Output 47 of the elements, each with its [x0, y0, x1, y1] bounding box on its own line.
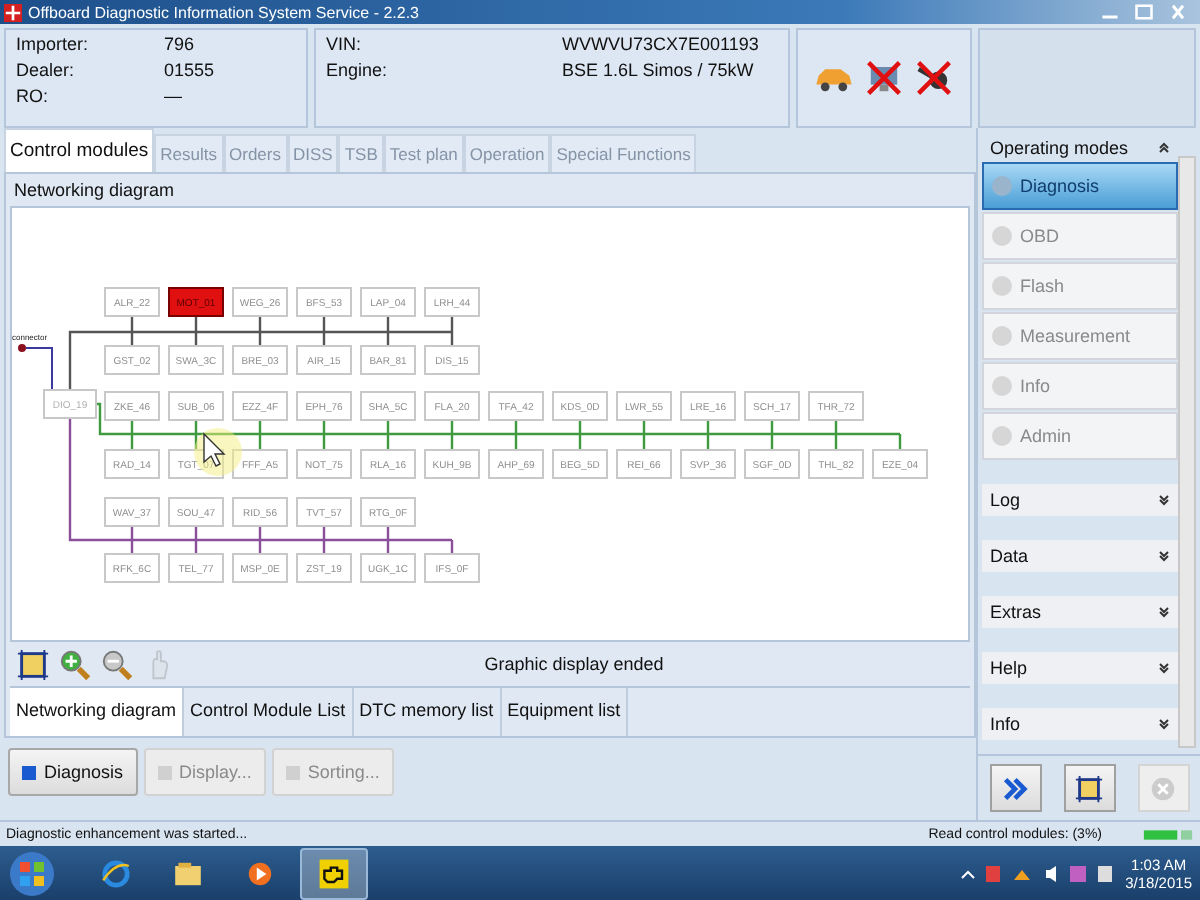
section-header[interactable]: Log	[982, 484, 1178, 516]
section-header[interactable]: Help	[982, 652, 1178, 684]
chevron-icon	[1158, 494, 1170, 506]
fit-button[interactable]	[1063, 764, 1115, 812]
field-value: —	[164, 86, 182, 106]
window-title: Offboard Diagnostic Information System Service - 2.2.3	[28, 3, 419, 21]
field-label: Dealer:	[16, 60, 77, 80]
field-label: Engine:	[326, 60, 390, 80]
chevron-icon	[1158, 662, 1170, 674]
chevron-icon	[1158, 718, 1170, 730]
zoom-in-icon[interactable]	[58, 647, 92, 681]
app-icon	[4, 3, 22, 21]
field-value: BSE 1.6L Simos / 75kW	[562, 60, 754, 80]
start-button[interactable]	[8, 849, 56, 897]
field-value: 796	[164, 34, 195, 54]
frame-icon	[1074, 773, 1104, 803]
zoom-out-icon[interactable]	[100, 647, 134, 681]
chevron-icon	[1158, 142, 1170, 154]
field-label: VIN:	[326, 34, 364, 54]
engine-taskbar-icon[interactable]	[300, 847, 368, 899]
field-label: RO:	[16, 86, 51, 106]
tab[interactable]: DTC memory list	[353, 688, 502, 736]
field-label: Importer:	[16, 34, 91, 54]
fit-icon[interactable]	[16, 647, 50, 681]
field-value: WVWVU73CX7E001193	[562, 34, 759, 54]
double-chevron-icon	[1000, 773, 1030, 803]
tab[interactable]: Equipment list	[501, 688, 629, 736]
section-header[interactable]: Data	[982, 540, 1178, 572]
section-header[interactable]: Operating modes	[982, 134, 1178, 162]
mode-button[interactable]: Diagnosis	[982, 162, 1178, 210]
chevron-icon	[1158, 550, 1170, 562]
section-header[interactable]: Info	[982, 708, 1178, 740]
tab[interactable]: Control modules	[4, 128, 155, 172]
tab[interactable]: Networking diagram	[10, 688, 185, 736]
display-status: Graphic display ended	[482, 654, 666, 674]
field-value: 01555	[164, 60, 215, 80]
scrollbar[interactable]	[1178, 156, 1196, 748]
forward-button[interactable]	[989, 764, 1041, 812]
connector-dot	[18, 344, 26, 352]
section-header[interactable]: Extras	[982, 596, 1178, 628]
cancel-icon	[1148, 773, 1178, 803]
panel-title: Networking diagram	[12, 178, 177, 204]
connector-line	[25, 347, 53, 391]
tab[interactable]: Control Module List	[184, 688, 354, 736]
battery-icon	[1142, 827, 1194, 841]
action-button[interactable]: Diagnosis	[8, 748, 138, 796]
chevron-icon	[1158, 606, 1170, 618]
